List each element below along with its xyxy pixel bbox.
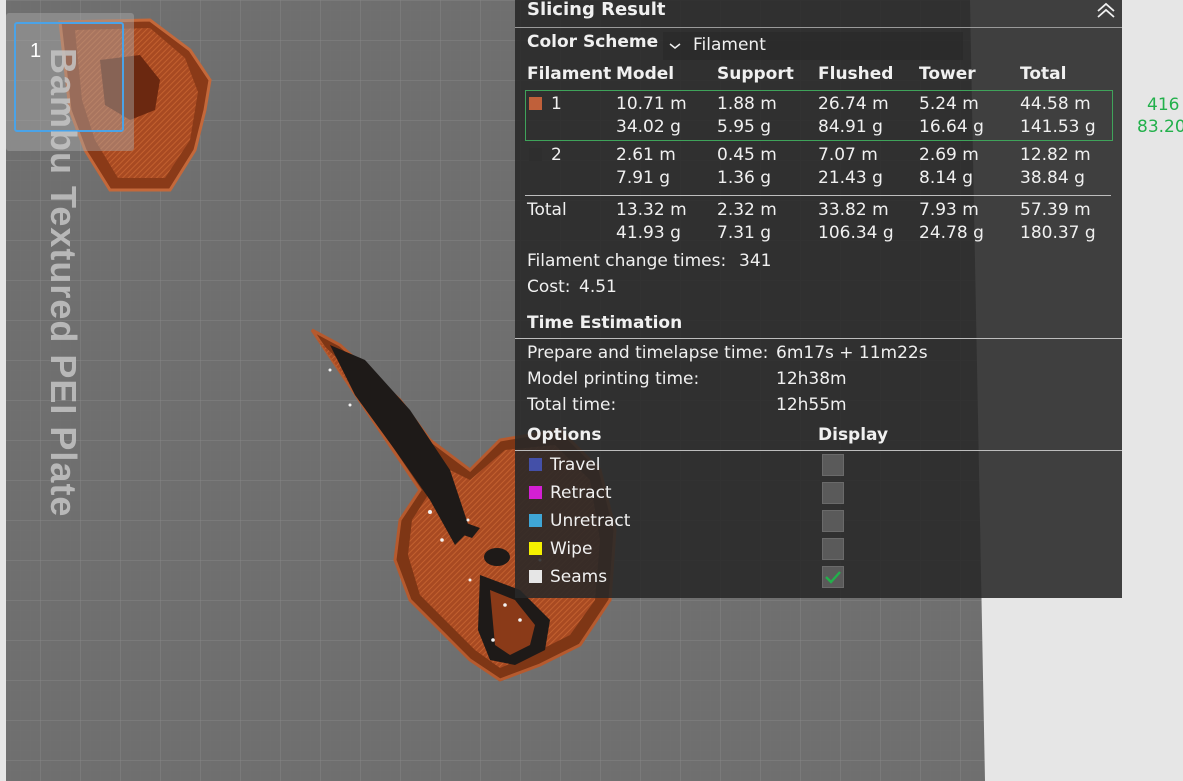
filament-2-tower-weight: 8.14 g [919,168,974,188]
model-print-time-label: Model printing time: [527,369,700,389]
total-divider [525,195,1111,196]
header-support: Support [717,64,794,84]
options-title: Options [527,425,602,445]
color-scheme-dropdown[interactable]: Filament [663,32,963,60]
filament-2-model-length: 2.61 m [616,145,676,165]
slicing-result-panel: Slicing Result Color Scheme Filament Fil… [515,0,1122,598]
option-seams-label: Seams [550,567,608,587]
side-value-1: 416 [1147,95,1180,115]
display-title: Display [818,425,889,445]
filament-1-model-length: 10.71 m [616,94,687,114]
seams-swatch [529,570,542,583]
filament-1-tower-weight: 16.64 g [919,117,984,137]
model-print-time-value: 12h38m [776,369,847,389]
option-retract-label: Retract [550,483,612,503]
filament-2-model-weight: 7.91 g [616,168,671,188]
travel-swatch [529,458,542,471]
time-divider [515,338,1122,339]
filament-1-support-weight: 5.95 g [717,117,772,137]
total-tower-weight: 24.78 g [919,223,984,243]
filament-1-model-weight: 34.02 g [616,117,681,137]
filament-1-total-length: 44.58 m [1020,94,1091,114]
total-time-label: Total time: [527,395,617,415]
filament-2-support-length: 0.45 m [717,145,777,165]
travel-checkbox[interactable] [822,454,844,476]
color-scheme-label: Color Scheme [527,32,659,52]
total-total-weight: 180.37 g [1020,223,1096,243]
total-tower-length: 7.93 m [919,200,979,220]
filament-1-tower-length: 5.24 m [919,94,979,114]
prepare-time-value: 6m17s + 11m22s [776,343,928,363]
option-wipe-label: Wipe [550,539,593,559]
header-total: Total [1020,64,1067,84]
filament-1-support-length: 1.88 m [717,94,777,114]
header-filament: Filament [527,64,612,84]
chevron-down-icon [669,43,681,49]
filament-1-id: 1 [551,94,562,114]
color-scheme-value: Filament [693,35,766,55]
filament-2-support-weight: 1.36 g [717,168,772,188]
side-value-2: 83.20 [1137,117,1183,137]
cost-value: 4.51 [579,277,617,297]
header-model: Model [616,64,675,84]
total-time-value: 12h55m [776,395,847,415]
filament-1-swatch [529,97,542,110]
unretract-checkbox[interactable] [822,510,844,532]
filament-change-value: 341 [739,251,772,271]
checkmark-icon [825,571,841,584]
option-travel-label: Travel [550,455,601,475]
plate-number: 1 [30,40,42,62]
total-total-length: 57.39 m [1020,200,1091,220]
time-estimation-title: Time Estimation [527,313,683,333]
options-divider [515,450,1122,451]
filament-2-tower-length: 2.69 m [919,145,979,165]
filament-1-total-weight: 141.53 g [1020,117,1096,137]
filament-2-flushed-length: 7.07 m [818,145,878,165]
cost-label: Cost: [527,277,571,297]
wipe-swatch [529,542,542,555]
filament-1-flushed-weight: 84.91 g [818,117,883,137]
total-model-weight: 41.93 g [616,223,681,243]
filament-1-flushed-length: 26.74 m [818,94,889,114]
filament-2-id: 2 [551,145,562,165]
filament-2-swatch [529,148,542,161]
seams-checkbox[interactable] [822,566,844,588]
unretract-swatch [529,514,542,527]
filament-2-total-weight: 38.84 g [1020,168,1085,188]
total-flushed-length: 33.82 m [818,200,889,220]
total-label: Total [527,200,567,220]
collapse-chevron-icon[interactable] [1095,0,1117,22]
header-tower: Tower [919,64,976,84]
total-flushed-weight: 106.34 g [818,223,894,243]
total-model-length: 13.32 m [616,200,687,220]
retract-checkbox[interactable] [822,482,844,504]
total-support-weight: 7.31 g [717,223,772,243]
wipe-checkbox[interactable] [822,538,844,560]
filament-2-total-length: 12.82 m [1020,145,1091,165]
option-unretract-label: Unretract [550,511,631,531]
prepare-time-label: Prepare and timelapse time: [527,343,769,363]
filament-2-flushed-weight: 21.43 g [818,168,883,188]
filament-change-label: Filament change times: [527,251,727,271]
retract-swatch [529,486,542,499]
total-support-length: 2.32 m [717,200,777,220]
panel-title: Slicing Result [527,0,666,20]
plate-label: Bambu Textured PEI Plate [43,48,84,518]
title-divider [515,27,1122,28]
header-flushed: Flushed [818,64,894,84]
